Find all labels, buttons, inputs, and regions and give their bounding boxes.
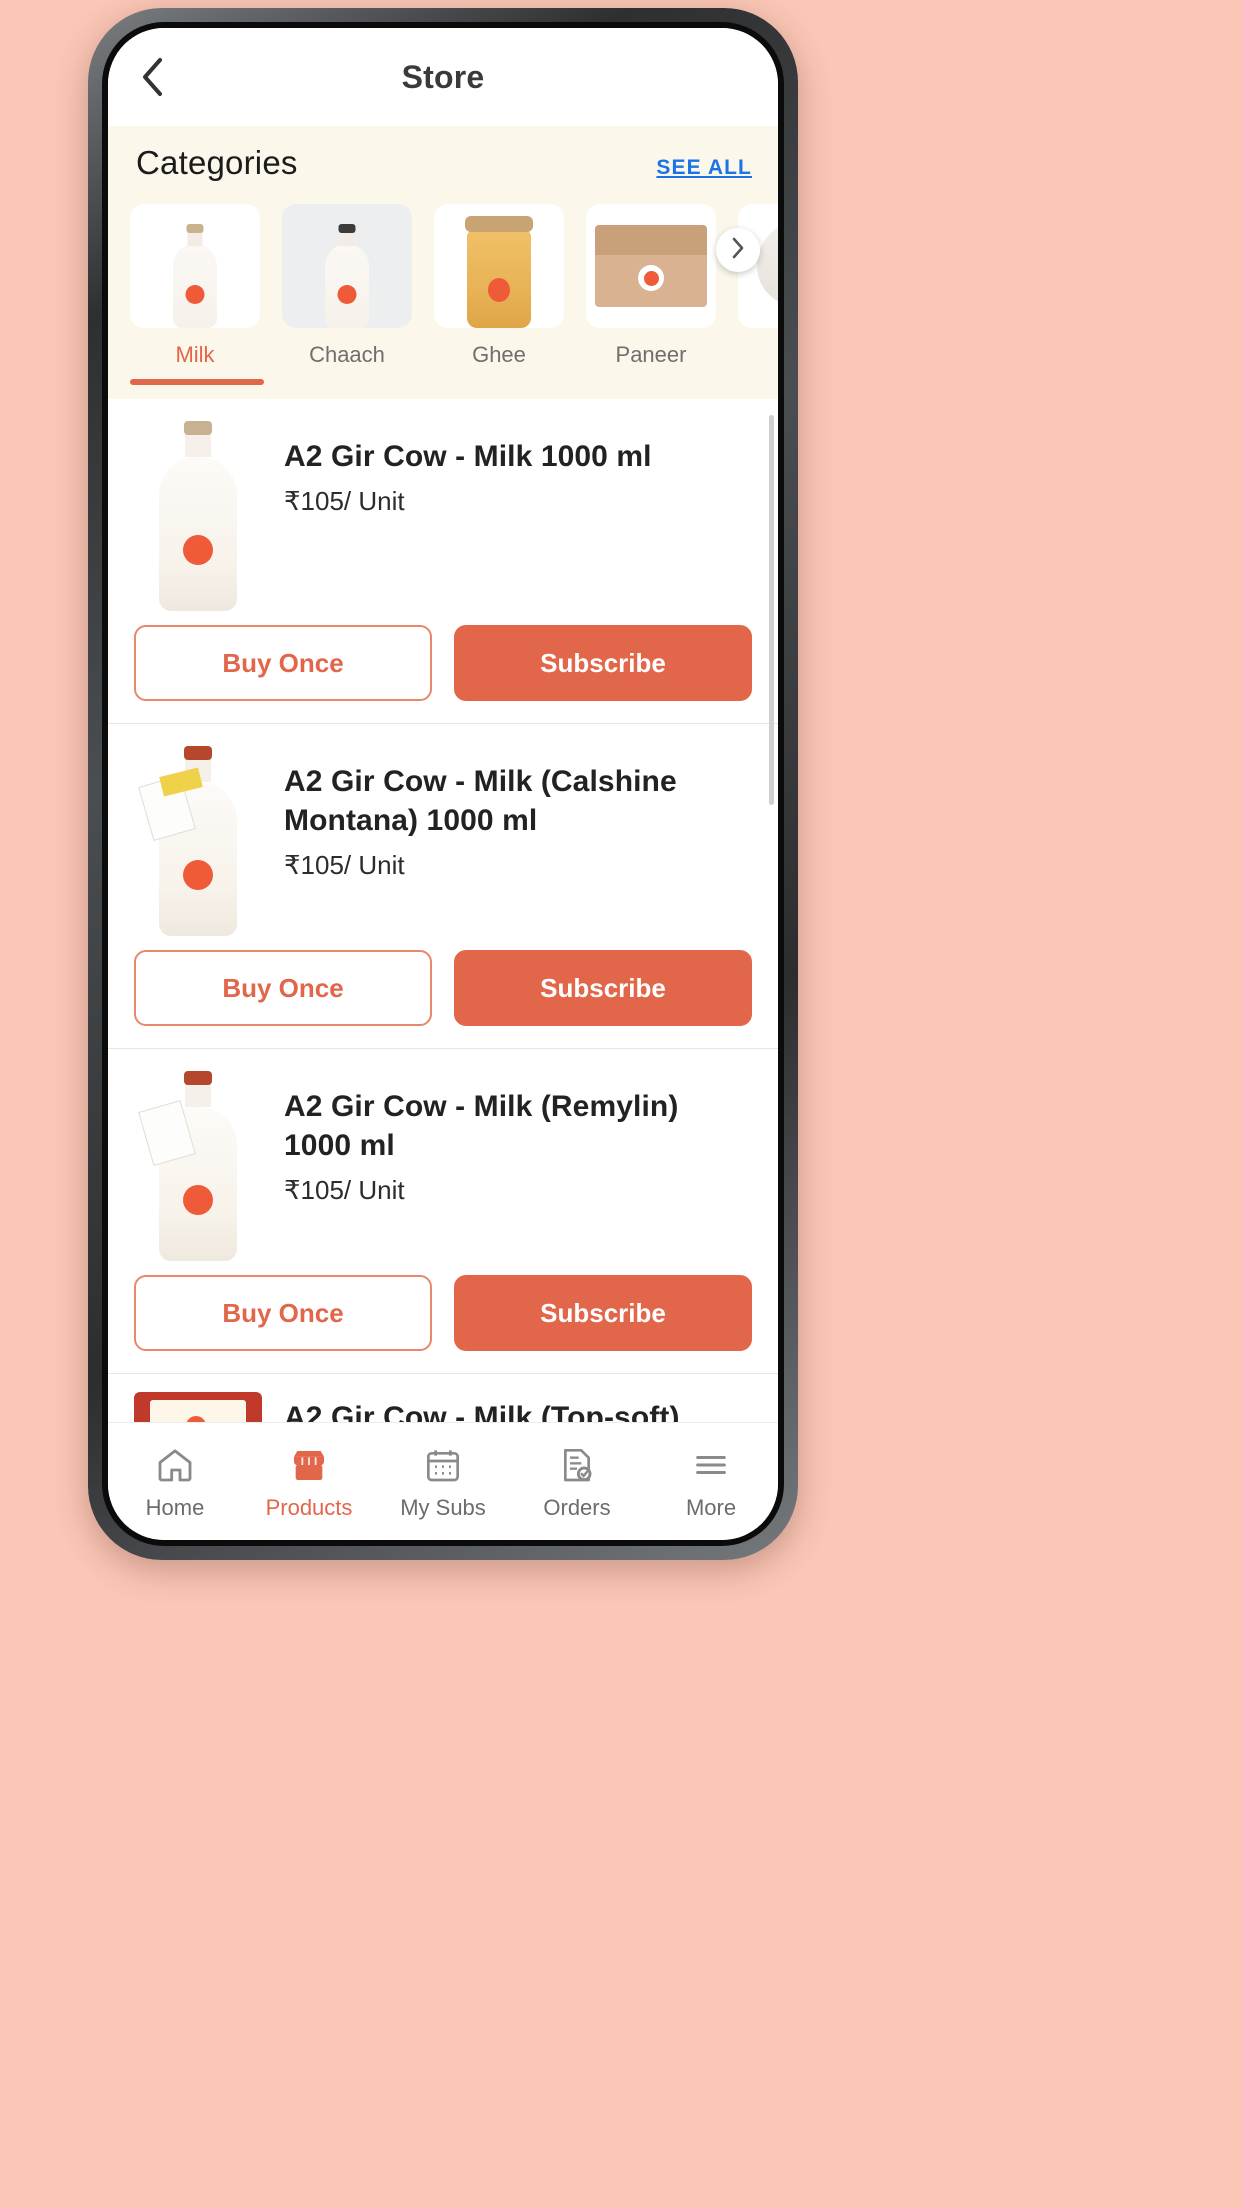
buy-once-button[interactable]: Buy Once: [134, 625, 432, 701]
subscribe-button[interactable]: Subscribe: [454, 625, 752, 701]
product-name: A2 Gir Cow - Milk (Calshine Montana) 100…: [284, 765, 677, 837]
screenshot-root: Store Categories SEE ALL Milk Chaach Ghe…: [0, 0, 1242, 2208]
product-name: A2 Gir Cow - Milk (Top-soft): [284, 1401, 680, 1422]
category-label: Paneer: [615, 342, 687, 367]
category-label: Chaach: [309, 342, 385, 367]
phone-bezel: Store Categories SEE ALL Milk Chaach Ghe…: [102, 22, 784, 1546]
category-label: Milk: [175, 342, 215, 367]
partial-product-icon: [757, 220, 778, 306]
product-list-item-partial[interactable]: A2 Gir Cow - Milk (Top-soft): [108, 1374, 778, 1422]
nav-label: More: [685, 1494, 737, 1520]
nav-label: Home: [145, 1494, 205, 1520]
receipt-check-icon: [557, 1443, 597, 1487]
hamburger-icon: [691, 1443, 731, 1487]
subscribe-button[interactable]: Subscribe: [454, 1275, 752, 1351]
milk-bottle-icon: [173, 224, 217, 328]
store-icon: [289, 1443, 329, 1487]
category-item-milk[interactable]: Milk: [130, 204, 264, 385]
product-image: [134, 417, 262, 611]
nav-item-products[interactable]: Products: [242, 1443, 376, 1521]
product-price: ₹105/ Unit: [284, 850, 405, 880]
subscribe-button[interactable]: Subscribe: [454, 950, 752, 1026]
categories-next-button[interactable]: [716, 228, 760, 272]
category-thumbnail: [434, 204, 564, 328]
product-list-item[interactable]: A2 Gir Cow - Milk (Calshine Montana) 100…: [108, 724, 778, 1049]
nav-item-home[interactable]: Home: [108, 1443, 242, 1521]
category-item-next-partial[interactable]: [738, 204, 778, 348]
category-thumbnail: [586, 204, 716, 328]
category-item-paneer[interactable]: Paneer: [586, 204, 716, 385]
product-image: [134, 1067, 262, 1261]
phone-screen: Store Categories SEE ALL Milk Chaach Ghe…: [108, 28, 778, 1540]
home-icon: [155, 1443, 195, 1487]
see-all-link[interactable]: SEE ALL: [656, 156, 752, 180]
categories-title: Categories: [136, 144, 298, 181]
nav-item-more[interactable]: More: [644, 1443, 778, 1521]
nav-item-orders[interactable]: Orders: [510, 1443, 644, 1521]
product-image: [134, 742, 262, 936]
scrollbar-thumb[interactable]: [769, 415, 774, 805]
product-list-item[interactable]: A2 Gir Cow - Milk 1000 ml ₹105/ Unit Buy…: [108, 399, 778, 724]
category-item-chaach[interactable]: Chaach: [282, 204, 412, 385]
categories-header: Categories SEE ALL: [108, 144, 778, 182]
bottom-navigation: Home Products My Subs Orders More: [108, 1422, 778, 1540]
nav-label: Products: [265, 1494, 353, 1520]
paneer-box-icon: [595, 225, 707, 307]
nav-item-my-subs[interactable]: My Subs: [376, 1443, 510, 1521]
product-name: A2 Gir Cow - Milk (Remylin) 1000 ml: [284, 1090, 679, 1162]
nav-label: Orders: [543, 1494, 611, 1520]
active-tab-underline: [130, 379, 264, 385]
category-item-ghee[interactable]: Ghee: [434, 204, 564, 385]
phone-frame: Store Categories SEE ALL Milk Chaach Ghe…: [88, 8, 798, 1560]
product-list[interactable]: A2 Gir Cow - Milk 1000 ml ₹105/ Unit Buy…: [108, 399, 778, 1422]
milk-bottle-photo: [159, 421, 237, 611]
product-image: [134, 1388, 262, 1422]
categories-strip[interactable]: Milk Chaach Ghee Paneer: [108, 182, 778, 385]
categories-panel: Categories SEE ALL Milk Chaach Ghee Pane…: [108, 126, 778, 399]
product-price: ₹105/ Unit: [284, 1175, 405, 1205]
calendar-icon: [423, 1443, 463, 1487]
buy-once-button[interactable]: Buy Once: [134, 950, 432, 1026]
page-title: Store: [401, 58, 485, 95]
product-price: ₹105/ Unit: [284, 486, 405, 516]
product-list-item[interactable]: A2 Gir Cow - Milk (Remylin) 1000 ml ₹105…: [108, 1049, 778, 1374]
product-name: A2 Gir Cow - Milk 1000 ml: [284, 440, 652, 473]
ghee-jar-icon: [463, 216, 535, 328]
nav-label: My Subs: [400, 1494, 486, 1520]
milk-bottle-photo: [138, 1071, 237, 1261]
app-header: Store: [108, 28, 778, 126]
milk-bottle-photo: [138, 746, 237, 936]
chevron-right-icon: [730, 236, 746, 265]
category-label: Ghee: [472, 342, 526, 367]
chaach-bottle-icon: [325, 224, 369, 328]
red-pack-photo: [134, 1392, 262, 1422]
category-thumbnail: [282, 204, 412, 328]
category-thumbnail: [130, 204, 260, 328]
buy-once-button[interactable]: Buy Once: [134, 1275, 432, 1351]
